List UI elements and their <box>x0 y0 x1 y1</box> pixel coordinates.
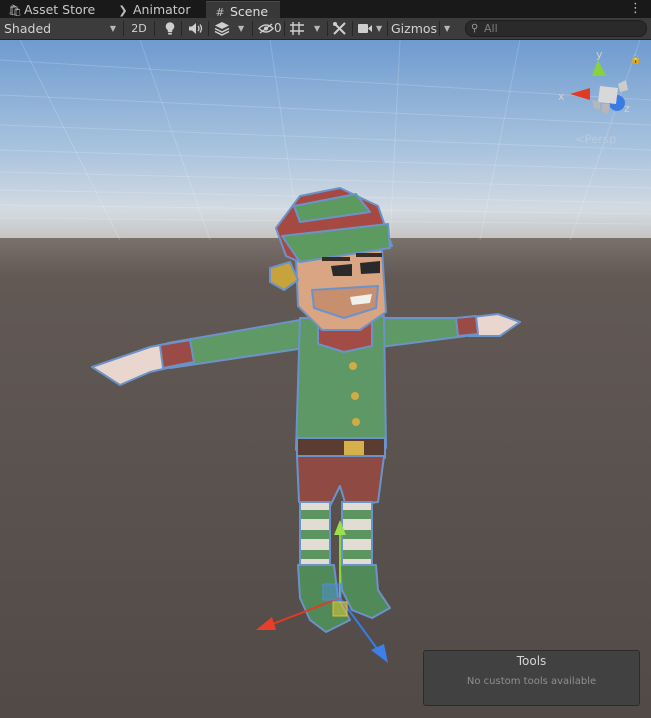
scene-toolbar: Shaded ▼ 2D ▼ 0 ▼ ▼ Gizmos ▼ ⚲ All <box>0 18 651 40</box>
svg-text:x: x <box>558 90 565 103</box>
chevron-down-icon: ▼ <box>109 24 116 33</box>
separator <box>252 21 253 36</box>
kebab-menu-icon[interactable]: ⋮ <box>629 1 642 17</box>
search-input[interactable] <box>484 21 634 36</box>
tab-label: Scene <box>230 4 269 19</box>
svg-text:y: y <box>596 48 603 61</box>
chevron-left-icon: < <box>575 132 585 146</box>
chevron-down-icon[interactable]: ▼ <box>314 18 320 39</box>
separator <box>284 21 285 36</box>
gizmos-dropdown-chevron-icon[interactable]: ▼ <box>444 18 450 39</box>
hidden-count: 0 <box>274 21 282 35</box>
shading-mode-dropdown[interactable]: Shaded ▼ <box>4 18 120 39</box>
search-field[interactable]: ⚲ <box>465 20 647 37</box>
chevron-down-icon[interactable]: ▼ <box>376 18 382 39</box>
tab-label: Animator <box>133 2 191 17</box>
camera-icon[interactable] <box>357 23 373 34</box>
search-icon: ⚲ <box>471 23 479 34</box>
speaker-icon[interactable] <box>188 22 204 35</box>
tab-label: Asset Store <box>24 2 96 17</box>
tab-bar: 🛍︎ Asset Store ❯ Animator # Scene ⋮ <box>0 0 651 19</box>
separator <box>181 21 182 36</box>
toggle-2d-button[interactable]: 2D <box>127 18 151 39</box>
svg-text:z: z <box>624 102 630 115</box>
tab-animator[interactable]: ❯ Animator <box>117 0 190 18</box>
separator <box>439 21 440 36</box>
chevron-down-icon[interactable]: ▼ <box>238 18 244 39</box>
tools-overlay-title: Tools <box>516 654 547 668</box>
gizmos-toggle[interactable]: Gizmos <box>391 18 437 39</box>
scene-render: y x z 🔒 <box>0 40 651 718</box>
tools-icon[interactable] <box>332 21 347 36</box>
separator <box>154 21 155 36</box>
scene-viewport[interactable]: y x z 🔒 <Persp Tools No custom tools ava… <box>0 40 651 718</box>
tools-overlay-message: No custom tools available <box>466 676 597 687</box>
tab-scene[interactable]: # Scene <box>206 1 280 19</box>
shading-mode-value: Shaded <box>4 21 52 36</box>
grid-icon[interactable] <box>289 21 305 36</box>
projection-label: Persp <box>584 132 617 146</box>
layers-effects-icon[interactable] <box>214 21 230 36</box>
svg-text:🔒: 🔒 <box>630 54 641 65</box>
lightbulb-icon[interactable] <box>163 21 177 36</box>
separator <box>123 21 124 36</box>
tools-overlay-panel[interactable]: Tools No custom tools available <box>423 650 640 706</box>
separator <box>208 21 209 36</box>
separator <box>327 21 328 36</box>
eye-slash-icon <box>258 23 274 34</box>
projection-toggle[interactable]: <Persp <box>575 132 616 146</box>
separator <box>352 21 353 36</box>
separator <box>387 21 388 36</box>
tab-asset-store[interactable]: 🛍︎ Asset Store <box>8 0 95 18</box>
